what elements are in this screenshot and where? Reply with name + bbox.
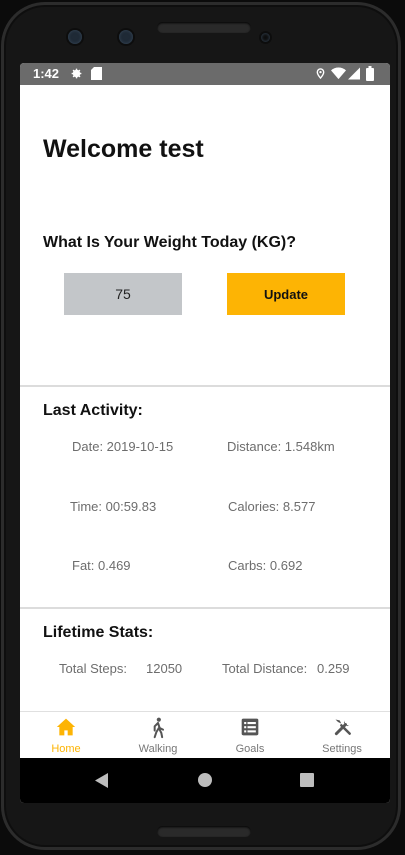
nav-home[interactable]: Home <box>20 712 112 759</box>
recents-icon[interactable] <box>300 773 314 787</box>
section-divider <box>20 607 390 609</box>
bottom-navigation: Home Walking Goals Settings <box>20 711 390 759</box>
wifi-icon <box>331 67 346 83</box>
weight-question: What Is Your Weight Today (KG)? <box>43 234 297 251</box>
weight-input[interactable] <box>64 273 182 315</box>
activity-date: Date: 2019-10-15 <box>72 439 174 454</box>
nav-settings[interactable]: Settings <box>296 712 388 759</box>
update-button[interactable]: Update <box>227 273 345 315</box>
location-icon <box>315 67 326 83</box>
battery-icon <box>366 66 374 84</box>
screen: 1:42 Welcome test What Is Your Weight To… <box>20 63 390 803</box>
system-navigation-bar <box>20 758 390 803</box>
nav-walking[interactable]: Walking <box>112 712 204 759</box>
activity-calories: Calories: 8.577 <box>228 499 316 514</box>
activity-carbs: Carbs: 0.692 <box>228 558 303 573</box>
activity-fat: Fat: 0.469 <box>72 558 131 573</box>
phone-frame: 1:42 Welcome test What Is Your Weight To… <box>1 2 401 850</box>
nav-goals-label: Goals <box>235 743 265 755</box>
sd-card-icon <box>91 67 102 83</box>
lifetime-stats-title: Lifetime Stats: <box>43 624 154 641</box>
last-activity-title: Last Activity: <box>43 402 143 419</box>
front-sensor <box>119 30 133 44</box>
walking-icon <box>153 717 164 739</box>
earpiece-speaker <box>157 22 251 33</box>
home-icon <box>56 718 76 736</box>
nav-home-label: Home <box>51 743 81 755</box>
bottom-speaker <box>157 826 251 837</box>
activity-distance: Distance: 1.548km <box>227 439 335 454</box>
gear-icon <box>70 67 83 83</box>
proximity-sensor <box>261 33 270 42</box>
nav-goals[interactable]: Goals <box>204 712 296 759</box>
tools-icon <box>334 719 351 736</box>
list-icon <box>241 718 259 736</box>
front-camera <box>68 30 82 44</box>
total-steps-label: Total Steps: <box>59 661 127 676</box>
status-time: 1:42 <box>33 66 60 81</box>
signal-icon <box>348 67 360 83</box>
section-divider <box>20 385 390 387</box>
welcome-heading: Welcome test <box>43 135 204 163</box>
total-distance-label: Total Distance: <box>222 661 308 676</box>
home-circle-icon[interactable] <box>198 773 212 787</box>
nav-walking-label: Walking <box>138 743 178 755</box>
total-distance-value: 0.259 <box>317 661 350 676</box>
total-steps-value: 12050 <box>146 661 183 676</box>
status-bar: 1:42 <box>20 63 390 85</box>
back-icon[interactable] <box>95 773 109 788</box>
nav-settings-label: Settings <box>322 743 362 755</box>
activity-time: Time: 00:59.83 <box>70 499 157 514</box>
